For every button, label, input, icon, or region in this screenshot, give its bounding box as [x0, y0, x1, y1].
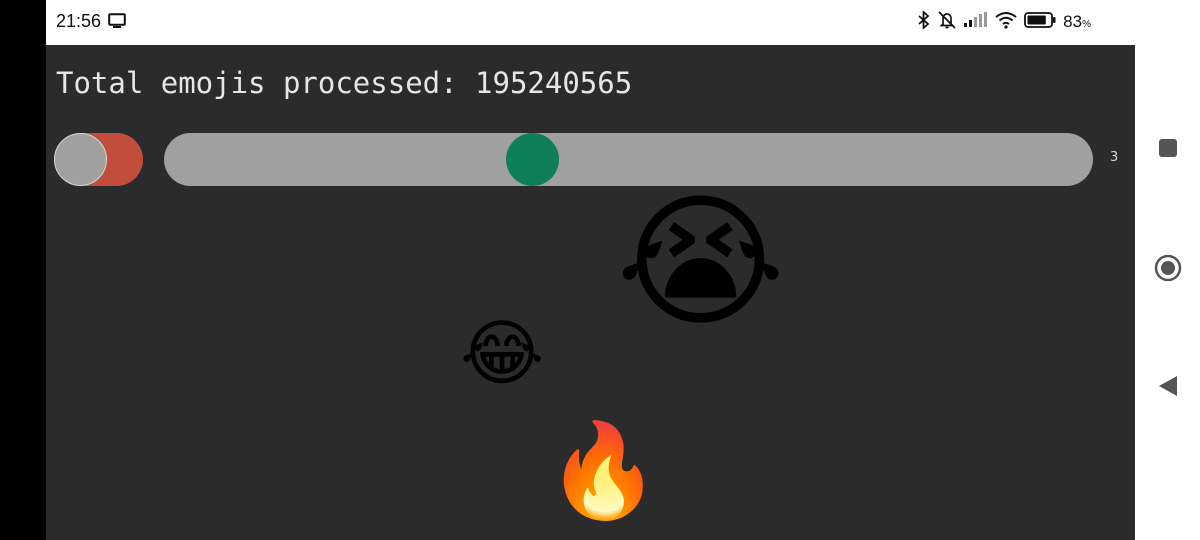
battery-icon: [1024, 12, 1056, 32]
silent-icon: [937, 10, 957, 34]
wifi-icon: [995, 11, 1017, 33]
battery-percent-unit: %: [1082, 19, 1091, 30]
home-button[interactable]: [1151, 253, 1185, 287]
status-icons: 83%: [918, 9, 1091, 34]
signal-icon: [964, 12, 988, 32]
recents-button[interactable]: [1151, 133, 1185, 167]
back-icon: [1157, 374, 1179, 402]
fire-emoji: 🔥: [546, 417, 661, 524]
slider-value: 3: [1110, 150, 1119, 165]
status-time: 21:56: [56, 11, 102, 31]
app-screen: 21:56 83% Total emojis processed: 195240…: [46, 0, 1135, 540]
emoji-counter-title: Total emojis processed: 195240565: [56, 66, 633, 100]
toggle-knob[interactable]: [54, 133, 107, 186]
toggle-switch[interactable]: [54, 133, 143, 186]
bluetooth-icon: [918, 9, 930, 33]
status-bar: 21:56 83%: [46, 0, 1135, 45]
crying-emoji: 😭: [616, 178, 786, 347]
back-button[interactable]: [1151, 371, 1185, 405]
left-black-bar: [0, 0, 46, 540]
home-icon: [1153, 253, 1183, 287]
battery-percent: 83%: [1063, 12, 1091, 32]
screen-icon: [108, 13, 126, 33]
battery-percent-value: 83: [1063, 12, 1083, 31]
slider-thumb[interactable]: [506, 133, 559, 186]
recents-icon: [1157, 137, 1179, 163]
navigation-bar: [1135, 0, 1200, 540]
laughing-emoji: 😂: [460, 311, 545, 395]
